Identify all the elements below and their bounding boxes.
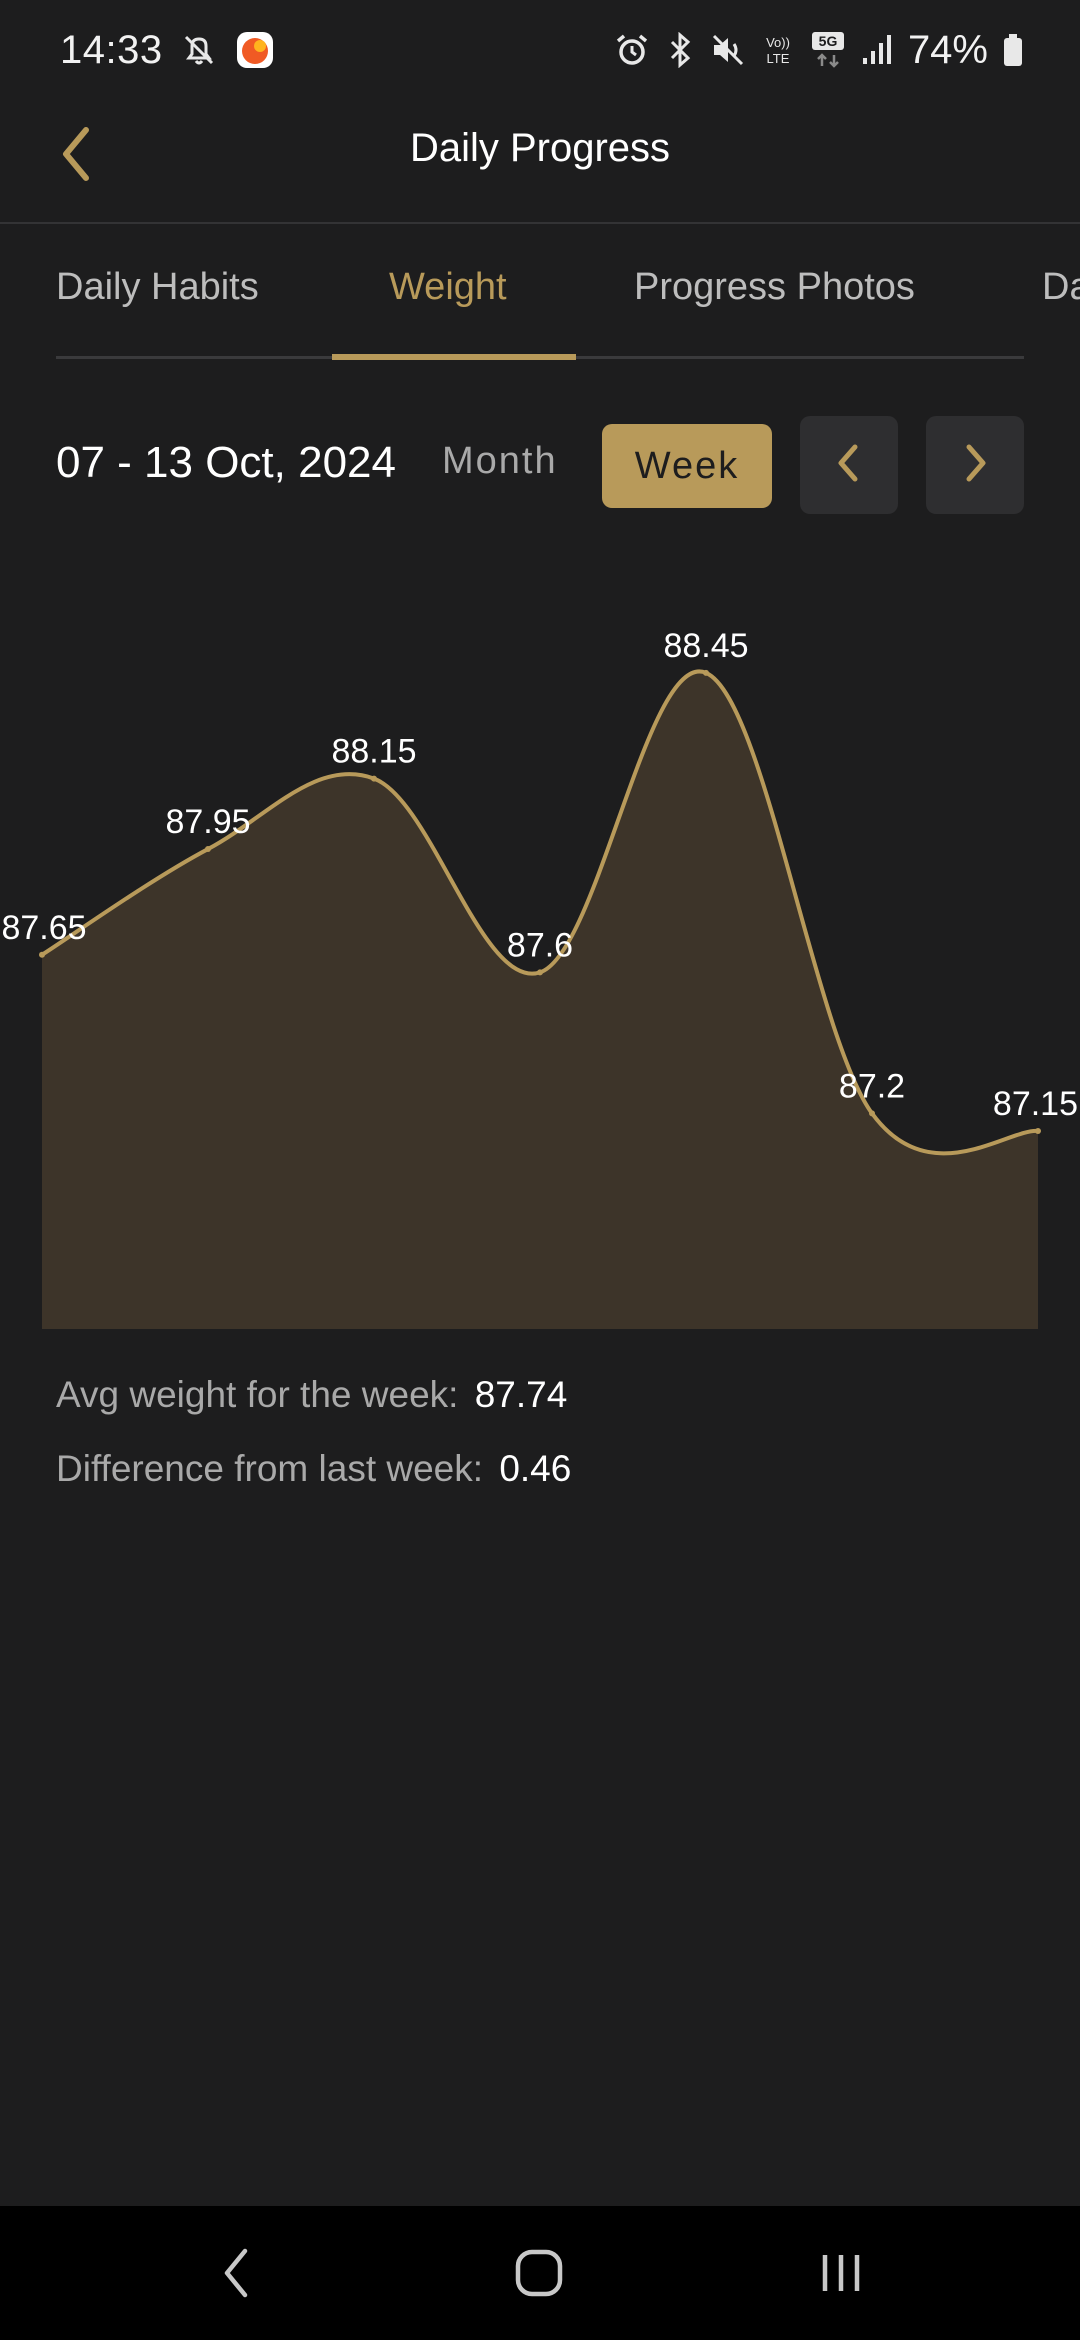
week-toggle-button[interactable]: Week	[602, 424, 772, 508]
difference-row: Difference from last week: 0.46	[56, 1448, 571, 1522]
system-recents-button[interactable]	[796, 2230, 886, 2320]
system-home-button[interactable]	[494, 2230, 584, 2320]
data-point[interactable]	[703, 669, 709, 676]
data-point[interactable]	[39, 951, 45, 958]
data-label: 87.15	[993, 1085, 1078, 1123]
weight-area-fill	[42, 671, 1038, 1329]
page-title: Daily Progress	[409, 126, 671, 170]
next-week-button[interactable]	[926, 416, 1024, 514]
app-header: Daily Progress	[0, 100, 1080, 224]
home-icon	[513, 2247, 565, 2304]
tab-progress-photos[interactable]: Progress Photos	[634, 266, 915, 309]
status-left: 14:33	[60, 28, 275, 73]
active-tab-indicator	[332, 354, 576, 360]
date-range-row: 07 - 13 Oct, 2024 Month Week	[0, 414, 1080, 514]
system-navigation-bar	[0, 2206, 1080, 2340]
recents-icon	[815, 2247, 867, 2304]
app-notification-icon	[235, 30, 275, 70]
data-point[interactable]	[205, 846, 211, 853]
tab-daily-habits[interactable]: Daily Habits	[56, 266, 259, 309]
difference-label: Difference from last week:	[56, 1448, 484, 1489]
bluetooth-icon	[664, 32, 696, 68]
back-arrow-icon	[217, 2245, 257, 2306]
avg-weight-value: 87.74	[474, 1374, 568, 1415]
svg-text:Vo)): Vo))	[766, 35, 790, 50]
data-label: 87.95	[165, 803, 250, 841]
weight-chart-svg: 87.65 87.95 88.15 87.6 88.45 87.2 87.15	[1, 627, 1078, 1329]
data-label: 88.15	[331, 733, 416, 771]
mute-icon	[710, 32, 746, 68]
status-right: Vo)) LTE 5G 74%	[614, 28, 1024, 73]
weekly-stats: Avg weight for the week: 87.74 Differenc…	[56, 1374, 571, 1522]
data-point[interactable]	[537, 969, 543, 976]
difference-value: 0.46	[499, 1448, 572, 1489]
tab-bar: Daily Habits Weight Progress Photos Da	[0, 226, 1080, 360]
5g-icon: 5G	[810, 31, 846, 69]
signal-icon	[860, 32, 894, 68]
previous-week-button[interactable]	[800, 416, 898, 514]
battery-icon	[1002, 32, 1024, 68]
data-point[interactable]	[371, 775, 377, 782]
tab-weight[interactable]: Weight	[389, 266, 507, 309]
battery-percentage: 74%	[907, 27, 988, 72]
data-label: 87.65	[1, 909, 86, 947]
data-label: 87.6	[507, 926, 573, 964]
data-point[interactable]	[869, 1110, 875, 1117]
system-back-button[interactable]	[192, 2230, 282, 2320]
svg-text:5G: 5G	[819, 33, 838, 49]
chevron-left-icon	[829, 441, 869, 490]
alarm-icon	[614, 32, 650, 68]
notifications-off-icon	[179, 30, 219, 70]
tab-partial[interactable]: Da	[1042, 266, 1080, 309]
date-range-label: 07 - 13 Oct, 2024	[56, 438, 396, 487]
status-bar: 14:33 Vo)) LTE 5G 74%	[0, 0, 1080, 100]
status-time: 14:33	[60, 27, 163, 72]
data-point[interactable]	[1035, 1127, 1041, 1134]
data-label: 88.45	[663, 627, 748, 665]
month-toggle-button[interactable]: Month	[442, 440, 558, 483]
avg-weight-row: Avg weight for the week: 87.74	[56, 1374, 571, 1448]
volte-icon: Vo)) LTE	[760, 32, 796, 68]
daily-progress-screen: 14:33 Vo)) LTE 5G 74% Daily Progress Dai…	[0, 0, 1080, 2340]
avg-weight-label: Avg weight for the week:	[56, 1374, 459, 1415]
weight-chart: 87.65 87.95 88.15 87.6 88.45 87.2 87.15	[0, 560, 1080, 1340]
data-label: 87.2	[839, 1067, 905, 1105]
chevron-right-icon	[955, 441, 995, 490]
svg-text:LTE: LTE	[766, 51, 789, 66]
